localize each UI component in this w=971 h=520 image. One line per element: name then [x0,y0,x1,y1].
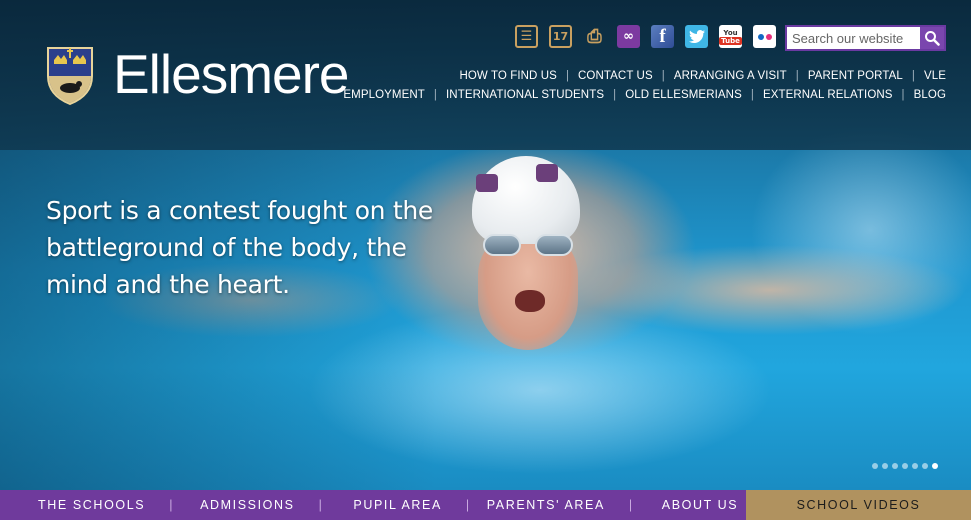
nav-separator: | [613,89,617,101]
search-button[interactable] [920,27,944,49]
cap-logo [536,164,558,182]
news-icon[interactable]: ☰ [515,25,538,48]
slider-dot[interactable] [882,463,888,469]
hero-quote: Sport is a contest fought on the battleg… [46,196,434,299]
cap-logo [476,174,498,192]
print-icon[interactable]: ⎙ [583,25,606,48]
nav-old-ellesmerians[interactable]: OLD ELLESMERIANS [625,89,742,101]
swim-goggles [483,234,575,258]
twitter-bird-icon [688,30,705,43]
school-videos-button[interactable]: SCHOOL VIDEOS [746,490,971,520]
site-logo-text[interactable]: Ellesmere [113,42,350,106]
goggle-lens [483,234,521,256]
flickr-icon[interactable] [753,25,776,48]
nav-the-schools[interactable]: THE SCHOOLS [0,498,145,512]
nav-international-students[interactable]: INTERNATIONAL STUDENTS [446,89,604,101]
slider-dot[interactable] [922,463,928,469]
nav-how-to-find-us[interactable]: HOW TO FIND US [459,70,556,82]
top-nav-row-1: HOW TO FIND US | CONTACT US | ARRANGING … [459,70,946,82]
facebook-icon[interactable]: f [651,25,674,48]
youtube-label: You [723,28,738,37]
top-nav-row-2: EMPLOYMENT | INTERNATIONAL STUDENTS | OL… [343,89,946,101]
goggle-lens [535,234,573,256]
utility-icons: ☰ 17 ⎙ ∞ f You Tube [515,25,776,48]
calendar-icon[interactable]: 17 [549,25,572,48]
slider-dot[interactable] [912,463,918,469]
search-icon [925,31,940,46]
nav-blog[interactable]: BLOG [914,89,946,101]
nav-external-relations[interactable]: EXTERNAL RELATIONS [763,89,893,101]
nav-separator: | [433,89,437,101]
nav-separator: | [911,70,915,82]
slider-dot[interactable] [872,463,878,469]
main-nav: THE SCHOOLS | ADMISSIONS | PUPIL AREA | … [0,490,971,520]
slider-dots [872,463,938,469]
nav-separator: | [661,70,665,82]
twitter-icon[interactable] [685,25,708,48]
youtube-tube: Tube [719,36,742,45]
nav-employment[interactable]: EMPLOYMENT [343,89,425,101]
nav-separator: | [750,89,754,101]
school-crest-icon[interactable] [46,46,94,106]
search-box [785,25,946,51]
nav-admissions[interactable]: ADMISSIONS [174,498,295,512]
nav-pupil-area[interactable]: PUPIL AREA [323,498,442,512]
nav-arranging-a-visit[interactable]: ARRANGING A VISIT [674,70,787,82]
nav-about-us[interactable]: ABOUT US [634,498,738,512]
slider-dot[interactable] [902,463,908,469]
main-nav-items: THE SCHOOLS | ADMISSIONS | PUPIL AREA | … [0,490,746,520]
slider-dot-active[interactable] [932,463,938,469]
flickr-dot-pink [765,33,772,40]
swimmer-mouth [515,290,545,312]
youtube-icon[interactable]: You Tube [719,25,742,48]
nav-separator: | [795,70,799,82]
link-icon[interactable]: ∞ [617,25,640,48]
slider-dot[interactable] [892,463,898,469]
nav-separator: | [901,89,905,101]
flickr-dot-blue [757,33,764,40]
search-input[interactable] [787,27,920,49]
nav-parent-portal[interactable]: PARENT PORTAL [808,70,903,82]
nav-separator: | [565,70,570,82]
nav-parents-area[interactable]: PARENTS' AREA [471,498,605,512]
nav-vle[interactable]: VLE [924,70,946,82]
nav-contact-us[interactable]: CONTACT US [578,70,653,82]
